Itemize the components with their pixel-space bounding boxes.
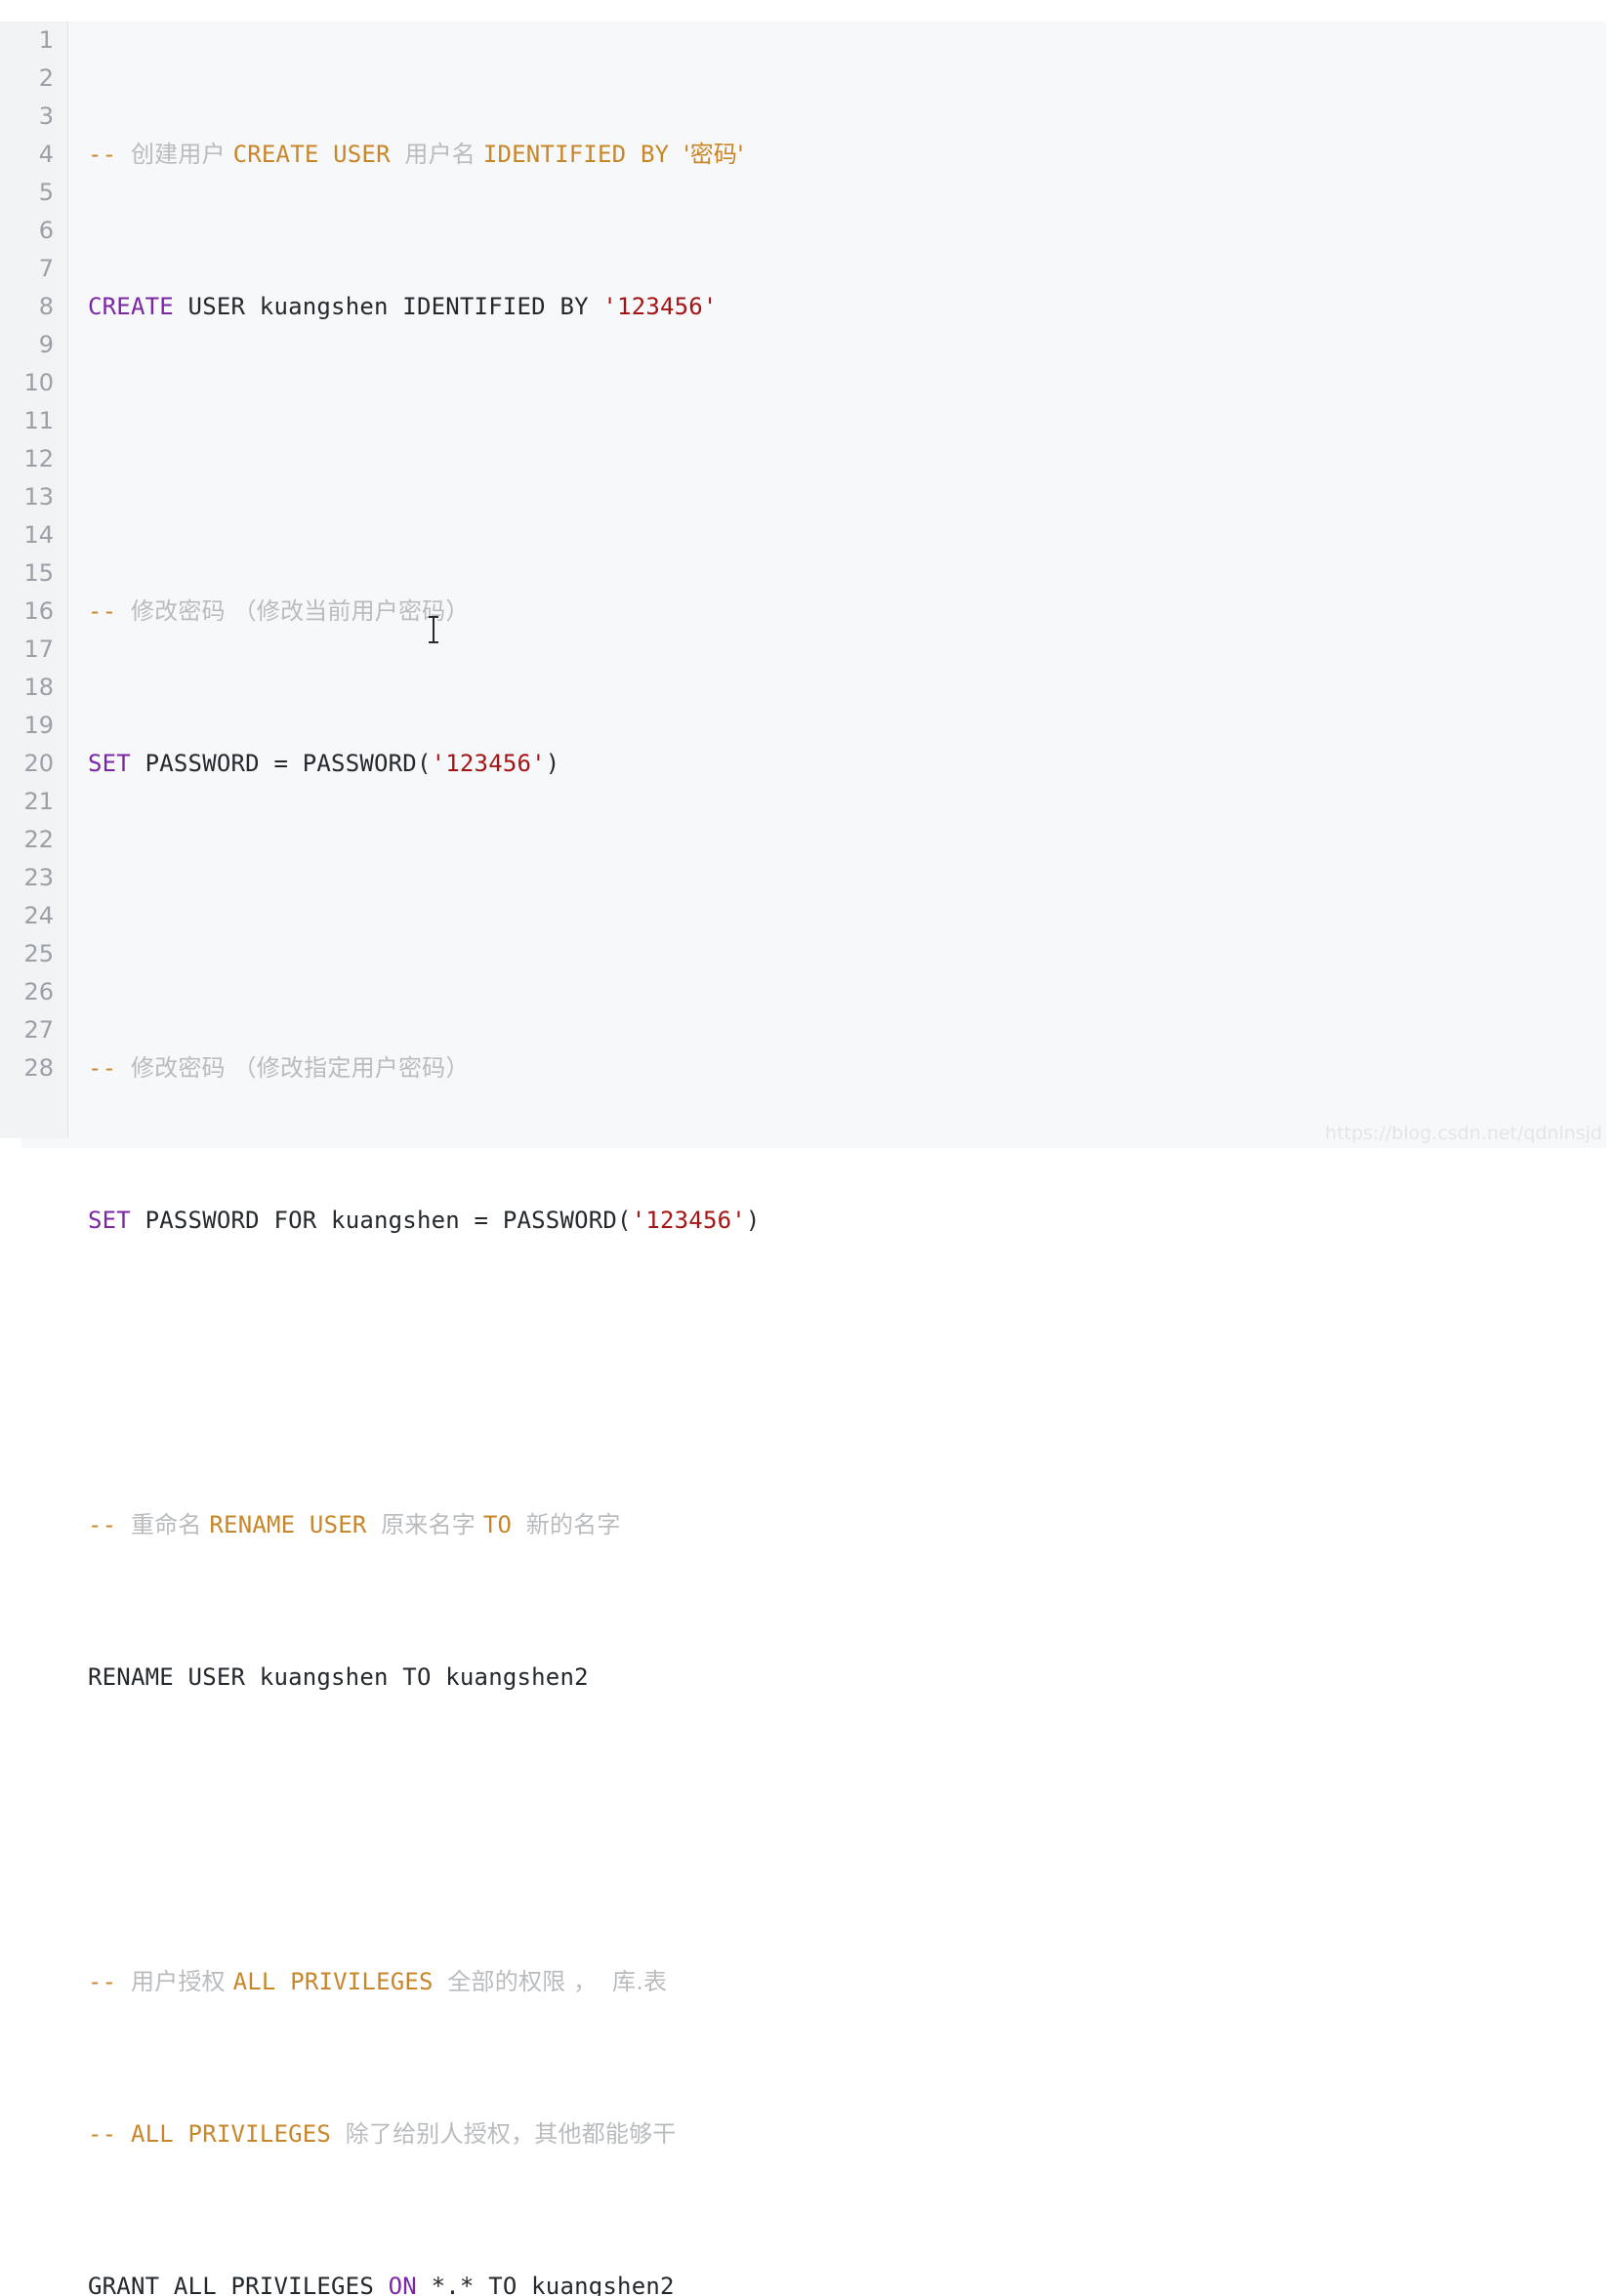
comment-keyword: TO — [482, 1511, 526, 1538]
line-number: 25 — [23, 940, 54, 967]
line-number: 15 — [23, 559, 54, 587]
window-frame-top — [0, 0, 1614, 21]
sql-identifier: USER kuangshen — [173, 293, 403, 320]
line-number: 4 — [38, 141, 54, 168]
sql-punctuation: ( — [416, 750, 432, 777]
sql-punctuation: ( — [617, 1207, 632, 1234]
line-number: 9 — [38, 331, 54, 358]
code-line-4[interactable]: -- 修改密码 （修改当前用户密码） — [88, 593, 1614, 631]
code-line-12[interactable] — [88, 1811, 1614, 1849]
comment-text-cjk: 创建用户 — [130, 141, 233, 168]
code-line-14[interactable]: -- ALL PRIVILEGES 除了给别人授权，其他都能够干 — [88, 2115, 1614, 2153]
code-content[interactable]: -- 创建用户 CREATE USER 用户名 IDENTIFIED BY '密… — [68, 21, 1614, 2296]
sql-expression: PASSWORD — [130, 1207, 274, 1234]
comment-text-cjk: 全部的权限 ， 库.表 — [447, 1968, 668, 1995]
sql-punctuation: ) — [745, 1207, 761, 1234]
sql-keyword: CREATE — [88, 293, 174, 320]
line-number: 11 — [23, 407, 54, 434]
sql-punctuation: ) — [545, 750, 560, 777]
code-area[interactable]: 1 2 3 4 5 6 7 8 9 10 11 12 13 14 15 16 1… — [0, 21, 1614, 2296]
sql-expression: GRANT ALL PRIVILEGES — [88, 2273, 389, 2296]
sql-string: '123456' — [602, 293, 718, 320]
comment-keyword: RENAME USER — [209, 1511, 382, 1538]
sql-expression: *.* TO kuangshen2 — [416, 2273, 675, 2296]
line-number: 7 — [38, 255, 54, 282]
comment-text-cjk: 修改密码 （修改当前用户密码） — [130, 597, 470, 625]
line-number: 10 — [23, 369, 54, 396]
code-line-11[interactable]: RENAME USER kuangshen TO kuangshen2 — [88, 1659, 1614, 1697]
line-number: 14 — [23, 521, 54, 549]
line-number: 17 — [23, 636, 54, 663]
sql-string: '123456' — [431, 750, 546, 777]
sql-keyword: SET — [88, 750, 131, 777]
comment-text-cjk: 用户授权 — [130, 1968, 233, 1995]
comment-text-cjk: 重命名 — [130, 1511, 210, 1538]
sql-keyword: IDENTIFIED BY — [402, 293, 603, 320]
line-number: 27 — [23, 1016, 54, 1044]
line-number: 21 — [23, 788, 54, 815]
comment-keyword: IDENTIFIED BY — [482, 141, 683, 168]
sql-keyword: SET — [88, 1207, 131, 1234]
line-number: 22 — [23, 826, 54, 853]
line-number: 19 — [23, 712, 54, 739]
code-line-15[interactable]: GRANT ALL PRIVILEGES ON *.* TO kuangshen… — [88, 2268, 1614, 2296]
line-number: 12 — [23, 445, 54, 472]
code-line-13[interactable]: -- 用户授权 ALL PRIVILEGES 全部的权限 ， 库.表 — [88, 1963, 1614, 2001]
code-line-3[interactable] — [88, 440, 1614, 478]
code-line-2[interactable]: CREATE USER kuangshen IDENTIFIED BY '123… — [88, 288, 1614, 326]
code-line-8[interactable]: SET PASSWORD FOR kuangshen = PASSWORD('1… — [88, 1202, 1614, 1240]
line-number: 20 — [23, 750, 54, 777]
comment-text-cjk: 用户名 — [404, 141, 483, 168]
line-number: 13 — [23, 483, 54, 511]
comment-string: '密码' — [683, 141, 744, 168]
sql-identifier: kuangshen2 — [431, 1663, 589, 1691]
code-line-7[interactable]: -- 修改密码 （修改指定用户密码） — [88, 1049, 1614, 1087]
line-number: 23 — [23, 864, 54, 891]
comment-marker: -- — [88, 141, 131, 168]
line-number: 24 — [23, 902, 54, 929]
sql-string: '123456' — [631, 1207, 746, 1234]
code-line-1[interactable]: -- 创建用户 CREATE USER 用户名 IDENTIFIED BY '密… — [88, 136, 1614, 174]
sql-expression: PASSWORD = PASSWORD — [130, 750, 417, 777]
line-number: 8 — [38, 293, 54, 320]
comment-marker: -- — [88, 1511, 131, 1538]
line-number: 26 — [23, 978, 54, 1005]
line-number: 6 — [38, 217, 54, 244]
line-number: 2 — [38, 64, 54, 92]
comment-keyword: ALL PRIVILEGES — [130, 2120, 346, 2148]
comment-text-cjk: 新的名字 — [525, 1511, 621, 1538]
sql-expression: RENAME USER kuangshen — [88, 1663, 403, 1691]
line-number: 5 — [38, 179, 54, 206]
code-line-10[interactable]: -- 重命名 RENAME USER 原来名字 TO 新的名字 — [88, 1506, 1614, 1544]
line-number-gutter: 1 2 3 4 5 6 7 8 9 10 11 12 13 14 15 16 1… — [0, 21, 68, 1138]
comment-text-cjk: 修改密码 （修改指定用户密码） — [130, 1054, 470, 1082]
comment-text-cjk: 除了给别人授权，其他都能够干 — [345, 2120, 677, 2148]
code-line-9[interactable] — [88, 1354, 1614, 1392]
comment-keyword: CREATE USER — [232, 141, 405, 168]
line-number: 18 — [23, 674, 54, 701]
code-line-6[interactable] — [88, 897, 1614, 935]
line-number: 16 — [23, 597, 54, 625]
comment-text-cjk: 原来名字 — [381, 1511, 483, 1538]
comment-keyword: ALL PRIVILEGES — [232, 1968, 448, 1995]
sql-expression: kuangshen = PASSWORD — [316, 1207, 618, 1234]
line-number: 1 — [38, 26, 54, 54]
comment-marker: -- — [88, 597, 131, 625]
watermark: https://blog.csdn.net/qdnlnsjd — [1325, 1123, 1602, 1144]
line-number: 3 — [38, 102, 54, 130]
sql-keyword: FOR — [273, 1207, 317, 1234]
sql-keyword: TO — [402, 1663, 432, 1691]
line-number: 28 — [23, 1054, 54, 1082]
code-editor[interactable]: 1 2 3 4 5 6 7 8 9 10 11 12 13 14 15 16 1… — [0, 0, 1614, 2296]
comment-marker: -- — [88, 1054, 131, 1082]
sql-keyword: ON — [388, 2273, 417, 2296]
comment-marker: -- — [88, 2120, 131, 2148]
code-line-5[interactable]: SET PASSWORD = PASSWORD('123456') — [88, 745, 1614, 783]
comment-marker: -- — [88, 1968, 131, 1995]
